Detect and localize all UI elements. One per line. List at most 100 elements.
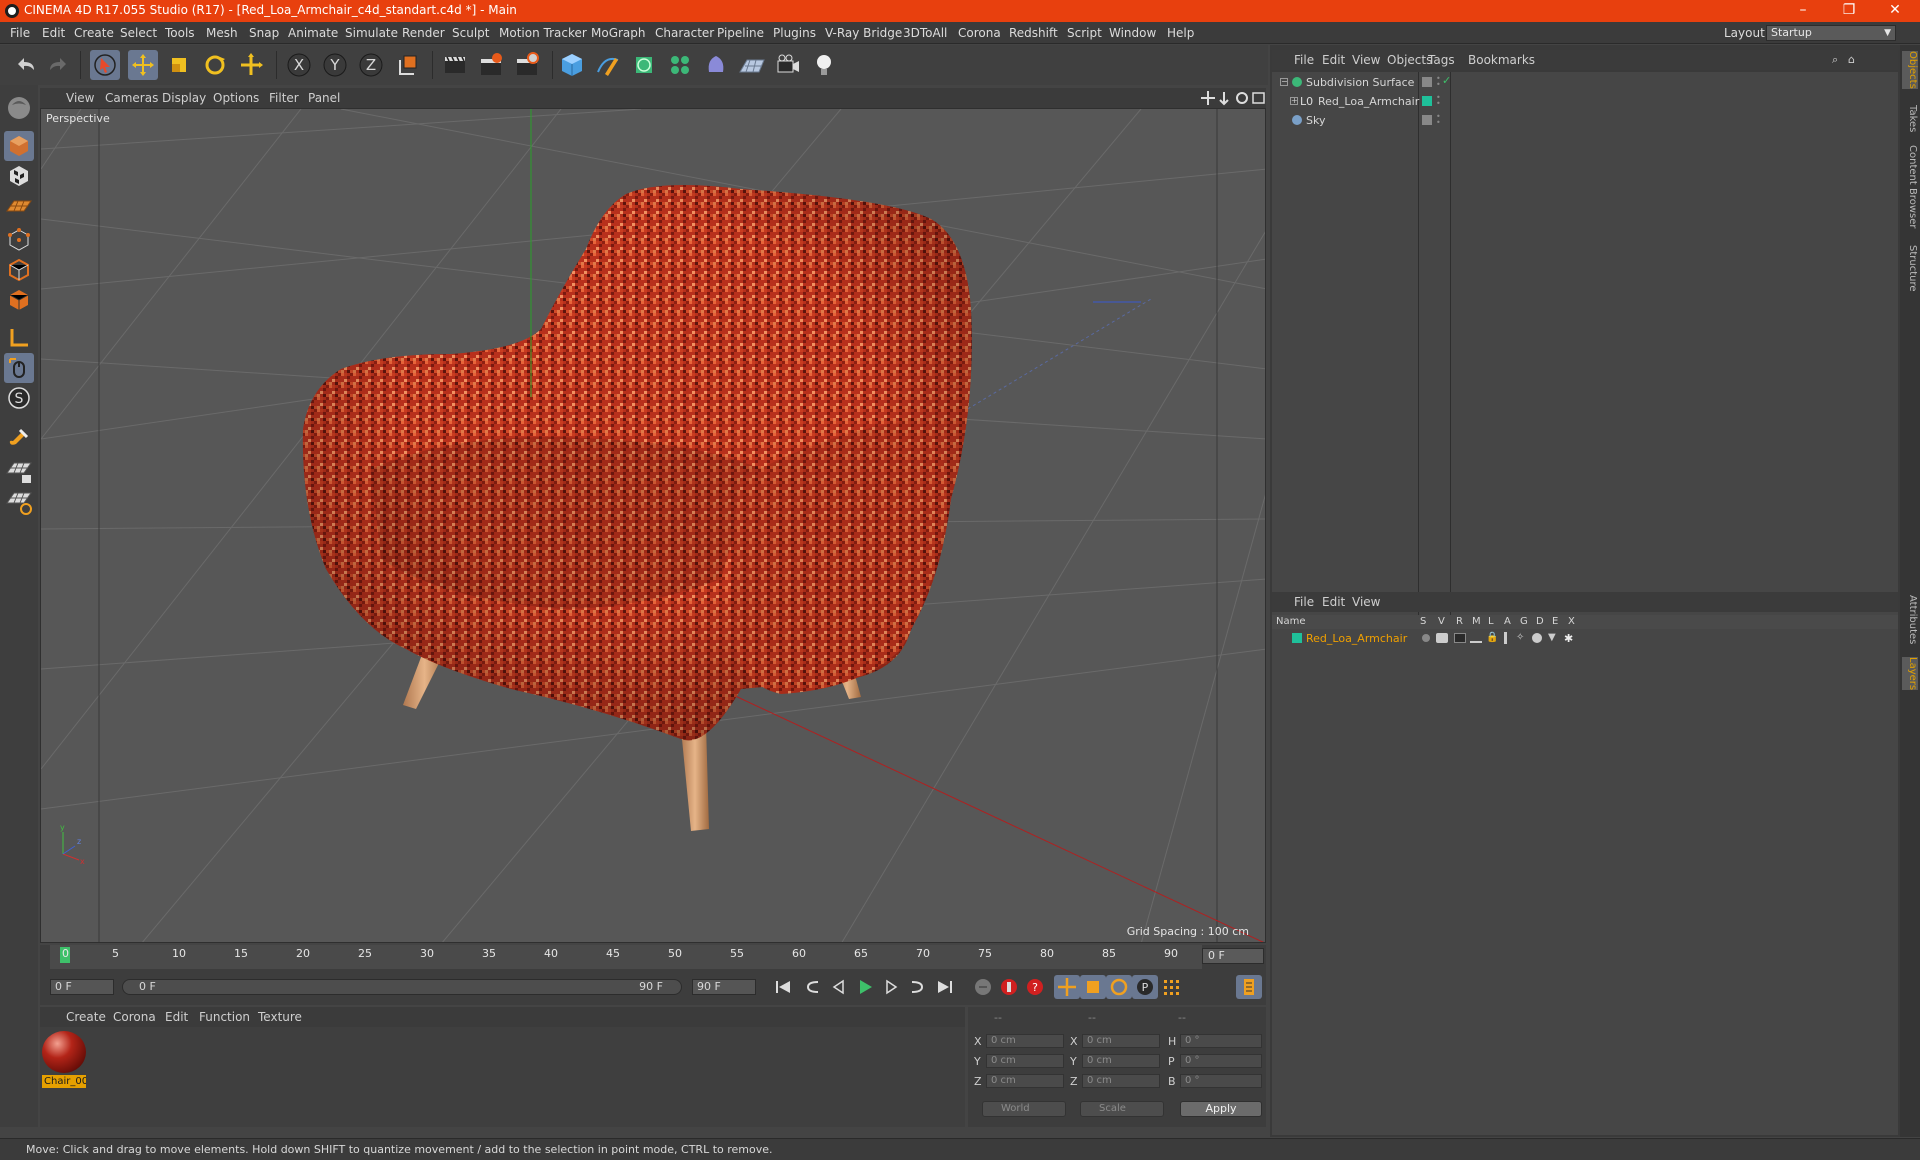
minimize-button[interactable]: – xyxy=(1780,0,1826,22)
preview-range-slider[interactable]: 0 F 90 F xyxy=(122,979,682,995)
viewport-navigation-icons[interactable] xyxy=(1200,90,1266,106)
go-to-start-icon[interactable] xyxy=(770,975,796,999)
viewport-menu-panel[interactable]: Panel xyxy=(308,91,340,105)
visibility-dots-icon[interactable]: • • xyxy=(1436,94,1441,108)
menu-tools[interactable]: Tools xyxy=(165,26,195,40)
render-view-icon[interactable] xyxy=(440,50,470,80)
menu-create[interactable]: Create xyxy=(74,26,114,40)
menu-script[interactable]: Script xyxy=(1067,26,1102,40)
play-forward-icon[interactable] xyxy=(852,975,878,999)
om-menu-view[interactable]: View xyxy=(1352,53,1380,67)
coord-rot-p-field[interactable]: 0 ° xyxy=(1180,1054,1262,1068)
solo-mode-icon[interactable]: S xyxy=(4,383,34,413)
object-name[interactable]: Subdivision Surface xyxy=(1306,76,1414,89)
material-menu-edit[interactable]: Edit xyxy=(165,1010,188,1024)
make-editable-icon[interactable] xyxy=(4,93,34,123)
generator-toggle-icon[interactable]: ✧ xyxy=(1516,632,1524,643)
workplane-icon[interactable] xyxy=(4,191,34,221)
coord-rot-h-field[interactable]: 0 ° xyxy=(1180,1034,1262,1048)
viewport-menu-cameras[interactable]: Cameras xyxy=(105,91,158,105)
xref-toggle-icon[interactable]: ✱ xyxy=(1564,632,1573,645)
key-parameter-icon[interactable]: P xyxy=(1132,975,1158,999)
key-scale-icon[interactable] xyxy=(1080,975,1106,999)
menu-mograph[interactable]: MoGraph xyxy=(591,26,646,40)
menu-character[interactable]: Character xyxy=(655,26,714,40)
cloner-icon[interactable] xyxy=(665,50,695,80)
home-icon[interactable]: ⌂ xyxy=(1848,53,1855,66)
object-row[interactable]: + L0 Red_Loa_Armchair • • xyxy=(1272,92,1898,111)
scale-tool-icon[interactable] xyxy=(164,50,194,80)
material-preview[interactable] xyxy=(42,1031,86,1073)
om-menu-tags[interactable]: Tags xyxy=(1428,53,1455,67)
visible-toggle-icon[interactable] xyxy=(1436,633,1448,643)
coord-pos-z-field[interactable]: 0 cm xyxy=(986,1074,1064,1088)
previous-key-icon[interactable] xyxy=(800,975,826,999)
menu-snap[interactable]: Snap xyxy=(249,26,279,40)
menu-edit[interactable]: Edit xyxy=(42,26,65,40)
tab-attributes[interactable]: Attributes xyxy=(1902,595,1918,644)
tab-takes[interactable]: Takes xyxy=(1902,105,1918,132)
x-axis-lock-icon[interactable]: X xyxy=(284,50,314,80)
material-menu-texture[interactable]: Texture xyxy=(258,1010,302,1024)
key-pla-icon[interactable] xyxy=(1158,975,1184,999)
menu-redshift[interactable]: Redshift xyxy=(1009,26,1058,40)
object-manager-list[interactable]: − Subdivision Surface • • ✓ + L0 Red_Loa_… xyxy=(1272,72,1898,627)
layer-row[interactable]: Red_Loa_Armchair 🔒 ✧ ▼ ✱ xyxy=(1272,629,1898,648)
layer-color-icon[interactable] xyxy=(1422,96,1432,106)
material-name[interactable]: Chair_00 xyxy=(42,1075,86,1088)
material-menu-create[interactable]: Create xyxy=(66,1010,106,1024)
enabled-check-icon[interactable]: ✓ xyxy=(1442,74,1451,87)
search-icon[interactable]: ⌕ xyxy=(1832,53,1838,67)
record-keys-icon[interactable] xyxy=(970,975,996,999)
floor-icon[interactable] xyxy=(737,50,767,80)
tab-layers[interactable]: Layers xyxy=(1902,657,1918,691)
edges-mode-icon[interactable] xyxy=(4,255,34,285)
coord-rot-b-field[interactable]: 0 ° xyxy=(1180,1074,1262,1088)
om-menu-objects[interactable]: Objects xyxy=(1387,53,1432,67)
menu-corona[interactable]: Corona xyxy=(958,26,1001,40)
manager-toggle-icon[interactable] xyxy=(1470,633,1482,643)
coord-size-y-field[interactable]: 0 cm xyxy=(1082,1054,1160,1068)
y-axis-lock-icon[interactable]: Y xyxy=(320,50,350,80)
material-menu-function[interactable]: Function xyxy=(199,1010,250,1024)
move-tool-icon[interactable] xyxy=(128,50,158,80)
redo-icon[interactable] xyxy=(44,50,74,80)
coord-size-x-field[interactable]: 0 cm xyxy=(1082,1034,1160,1048)
snap-magnet-icon[interactable] xyxy=(4,421,34,451)
cube-primitive-icon[interactable] xyxy=(557,50,587,80)
object-row[interactable]: − Subdivision Surface • • ✓ xyxy=(1272,73,1898,92)
coord-size-z-field[interactable]: 0 cm xyxy=(1082,1074,1160,1088)
previous-frame-icon[interactable] xyxy=(826,975,852,999)
menu-render[interactable]: Render xyxy=(402,26,445,40)
layer-name[interactable]: Red_Loa_Armchair xyxy=(1306,632,1407,645)
tab-content-browser[interactable]: Content Browser xyxy=(1902,145,1918,228)
rotate-tool-icon[interactable] xyxy=(200,50,230,80)
layout-select[interactable]: Startup ▼ xyxy=(1766,25,1896,41)
object-name[interactable]: Red_Loa_Armchair xyxy=(1318,95,1419,108)
viewport-menu-filter[interactable]: Filter xyxy=(269,91,299,105)
om-menu-file[interactable]: File xyxy=(1294,53,1314,67)
visibility-dots-icon[interactable]: • • xyxy=(1436,113,1441,127)
viewport-camera-label[interactable]: Perspective xyxy=(46,112,110,125)
next-key-icon[interactable] xyxy=(904,975,930,999)
close-button[interactable]: ✕ xyxy=(1872,0,1918,22)
subdivision-surface-icon[interactable] xyxy=(629,50,659,80)
viewport-menu-options[interactable]: Options xyxy=(213,91,259,105)
polygons-mode-icon[interactable] xyxy=(4,285,34,315)
menu-vray-bridge[interactable]: V-Ray Bridge xyxy=(825,26,902,40)
next-frame-icon[interactable] xyxy=(878,975,904,999)
apply-button[interactable]: Apply xyxy=(1180,1101,1262,1117)
coordinate-mode-dropdown[interactable]: Scale xyxy=(1080,1101,1164,1117)
lm-menu-edit[interactable]: Edit xyxy=(1322,595,1345,609)
points-mode-icon[interactable] xyxy=(4,225,34,255)
layer-tag-icon[interactable] xyxy=(1422,115,1432,125)
light-icon[interactable] xyxy=(809,50,839,80)
undo-icon[interactable] xyxy=(10,50,40,80)
lm-menu-view[interactable]: View xyxy=(1352,595,1380,609)
texture-mode-icon[interactable] xyxy=(4,161,34,191)
current-frame-field[interactable]: 0 F xyxy=(1202,948,1264,964)
z-axis-lock-icon[interactable]: Z xyxy=(356,50,386,80)
viewport-menu-display[interactable]: Display xyxy=(162,91,206,105)
record-active-icon[interactable] xyxy=(996,975,1022,999)
menu-window[interactable]: Window xyxy=(1109,26,1156,40)
